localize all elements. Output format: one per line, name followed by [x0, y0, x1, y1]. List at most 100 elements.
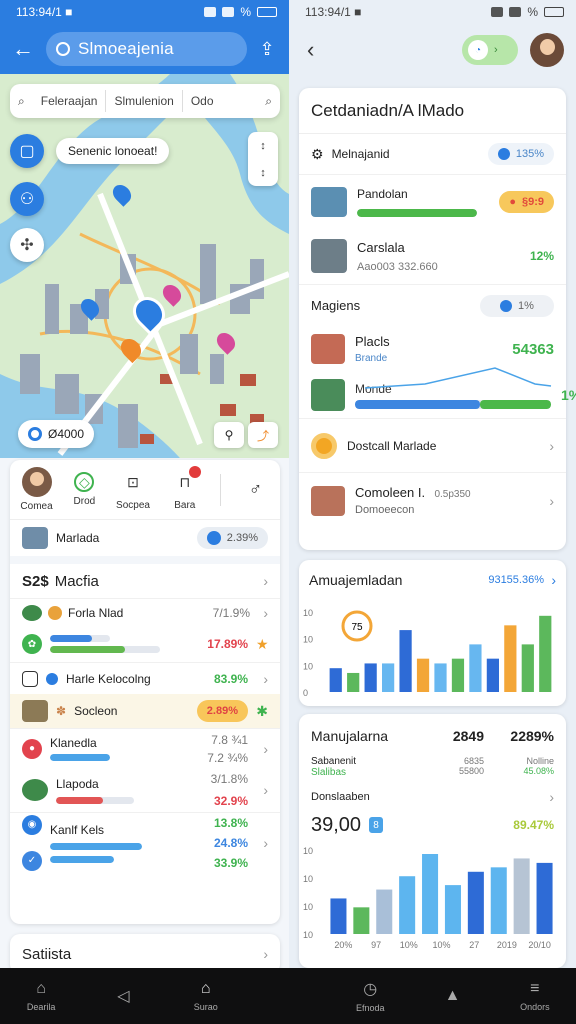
route-icon[interactable]: ⤴	[248, 422, 278, 448]
y-tick-label: 10	[303, 635, 313, 645]
price-chip[interactable]: Ø4000	[18, 420, 95, 448]
statistics-card[interactable]: Satiista ›	[10, 934, 280, 968]
action-ring[interactable]: ♂	[242, 476, 270, 504]
section-header[interactable]: Magiens 1%	[299, 284, 566, 326]
check-icon: ✓	[22, 850, 42, 871]
stat-value: 2289%	[510, 728, 554, 744]
tree-icon	[22, 604, 42, 621]
search-icon[interactable]: ⌕	[10, 90, 33, 112]
list-item[interactable]: Comoleen I. 0.5p350 Domoeecon ›	[299, 472, 566, 528]
card-title: Cetdaniadn/A lMado	[311, 100, 465, 120]
card-title: Amuajemladan	[309, 572, 403, 588]
back-chevron-icon[interactable]: ‹	[307, 37, 327, 63]
nav-house[interactable]: ⌂ Surao	[165, 968, 247, 1024]
list-item[interactable]: Forla Nlad 7/1.9% ›	[10, 598, 280, 626]
action-bag[interactable]: ⊓ Bara	[171, 466, 201, 511]
pin-icon	[46, 672, 58, 685]
thumbnail	[311, 334, 345, 364]
thumbnail	[311, 379, 345, 411]
chart-bar	[451, 658, 465, 692]
chart-bar	[504, 625, 517, 692]
list-item-highlight[interactable]: ✽ Socleon 2.89% ✱	[10, 694, 280, 728]
list-item[interactable]: ✿ 17.89% ★	[10, 626, 280, 662]
filter-chip[interactable]: Slmulenion	[106, 90, 183, 112]
thumbnail	[311, 186, 347, 217]
summary-label: Marlada	[56, 531, 100, 545]
x-tick-label: 10%	[432, 940, 450, 950]
share-icon[interactable]: ⇪	[257, 39, 277, 60]
chevron-right-icon: ›	[263, 670, 268, 687]
y-tick-label: 10	[303, 661, 313, 671]
locate-button[interactable]: ✣	[10, 228, 44, 262]
ring-icon: ♂	[248, 479, 263, 499]
nav-home[interactable]: ⌂ Dearila	[0, 968, 82, 1024]
value-badge: 93155.36%	[488, 574, 544, 586]
zoom-in-icon[interactable]: ↕	[260, 140, 266, 152]
y-tick-label: 10	[303, 846, 313, 856]
bar-chart: 10 10 10 0 75	[303, 608, 552, 698]
price-chip-value: Ø4000	[48, 427, 85, 441]
map-canvas	[0, 74, 289, 458]
nav-menu[interactable]: ≡ Ondors	[494, 968, 576, 1024]
zoom-out-icon[interactable]: ↕	[260, 167, 266, 179]
stat-value: 2849	[452, 728, 484, 744]
chevron-right-icon: ›	[263, 782, 268, 798]
layers-button[interactable]: ▢	[10, 134, 44, 168]
y-tick-label: 0	[303, 688, 308, 698]
nav-megaphone[interactable]: ◁	[82, 968, 164, 1024]
filter-chip[interactable]: Feleraajan	[33, 90, 107, 112]
chevron-right-icon: ›	[549, 789, 554, 805]
action-camera[interactable]: Comea	[20, 467, 53, 512]
battery-percent: %	[527, 5, 538, 19]
x-tick-label: 10%	[400, 940, 418, 950]
chart-bar	[382, 663, 395, 692]
progress-bar	[56, 796, 134, 804]
nav-book[interactable]: ▲	[411, 968, 493, 1024]
zoom-control[interactable]: ↕ ↕	[248, 132, 278, 186]
action-pin[interactable]: ◇ Drod	[74, 472, 95, 507]
avatar[interactable]	[530, 33, 564, 67]
value-badge: 135%	[487, 143, 554, 165]
bar-chart: 10 10 10 10 20% 97 10% 10% 27 2019 20/10	[303, 846, 553, 950]
left-pane: 113:94/1 ■ % ← Slmoeajenia ⇪ ⌕ Feleraaja…	[0, 0, 289, 968]
action-calendar[interactable]: ⊡ Socpea	[116, 468, 150, 512]
chart-bar	[486, 658, 499, 692]
person-button[interactable]: ⚇	[10, 182, 44, 216]
list-item[interactable]: Carslala Aao003 332.660 12%	[299, 228, 566, 284]
filter-bar: ⌕ Feleraajan Slmulenion Odo ⌕	[10, 84, 280, 118]
stats-card: Manujalarna Sabanenit Slalibas 2849 6835…	[299, 714, 566, 968]
chevron-right-icon: ›	[263, 834, 268, 851]
list-item[interactable]: ● Klanedla 7.8 ¾1 7.2 ¾% ›	[10, 728, 280, 768]
chart-bar	[469, 644, 482, 692]
menu-icon: ≡	[530, 980, 540, 997]
list-item[interactable]: Pandolan ● §9:9	[299, 174, 566, 228]
section-header[interactable]: Donslaaben ›	[299, 784, 566, 810]
back-arrow-icon[interactable]: ←	[12, 36, 36, 62]
mode-toggle[interactable]: ◔ ›	[462, 35, 518, 65]
nav-clock[interactable]: ◷ Efnoda	[329, 968, 411, 1024]
bike-icon[interactable]: ⚲	[214, 422, 244, 448]
battery-percent: %	[240, 5, 251, 19]
x-tick-label: 20/10	[528, 940, 551, 950]
map-view[interactable]	[0, 74, 289, 458]
list-item[interactable]: Monde 1%	[299, 366, 576, 418]
list-item[interactable]: ◉ ✓ Kanlf Kels 13.8% 24.8% 33.9% ›	[10, 812, 280, 872]
big-value: 39,00	[311, 813, 362, 836]
target-icon	[28, 427, 42, 441]
wifi-icon	[509, 7, 522, 17]
leaf-icon: ✿	[22, 634, 42, 654]
chrome-icon: ◔	[468, 40, 488, 60]
filter-chip[interactable]: Odo	[183, 90, 257, 112]
list-item[interactable]: ⚙ Melnajanid 135%	[299, 134, 566, 174]
search-bar[interactable]: Slmoeajenia	[46, 32, 247, 66]
megaphone-icon: ◁	[117, 988, 130, 1005]
list-item[interactable]: Llapoda 3/1.8% 32.9% ›	[10, 768, 280, 812]
chart-bar	[444, 885, 461, 934]
chart-bar	[513, 858, 530, 934]
search-icon[interactable]: ⌕	[257, 90, 280, 112]
chart-bar	[399, 876, 416, 934]
section-header[interactable]: S2$ Macfia ›	[10, 564, 280, 598]
list-item[interactable]: Harle Kelocolng 83.9% ›	[10, 662, 280, 694]
list-item[interactable]: Dostcall Marlade ›	[299, 418, 566, 472]
summary-row[interactable]: Marlada 2.39%	[10, 520, 280, 556]
